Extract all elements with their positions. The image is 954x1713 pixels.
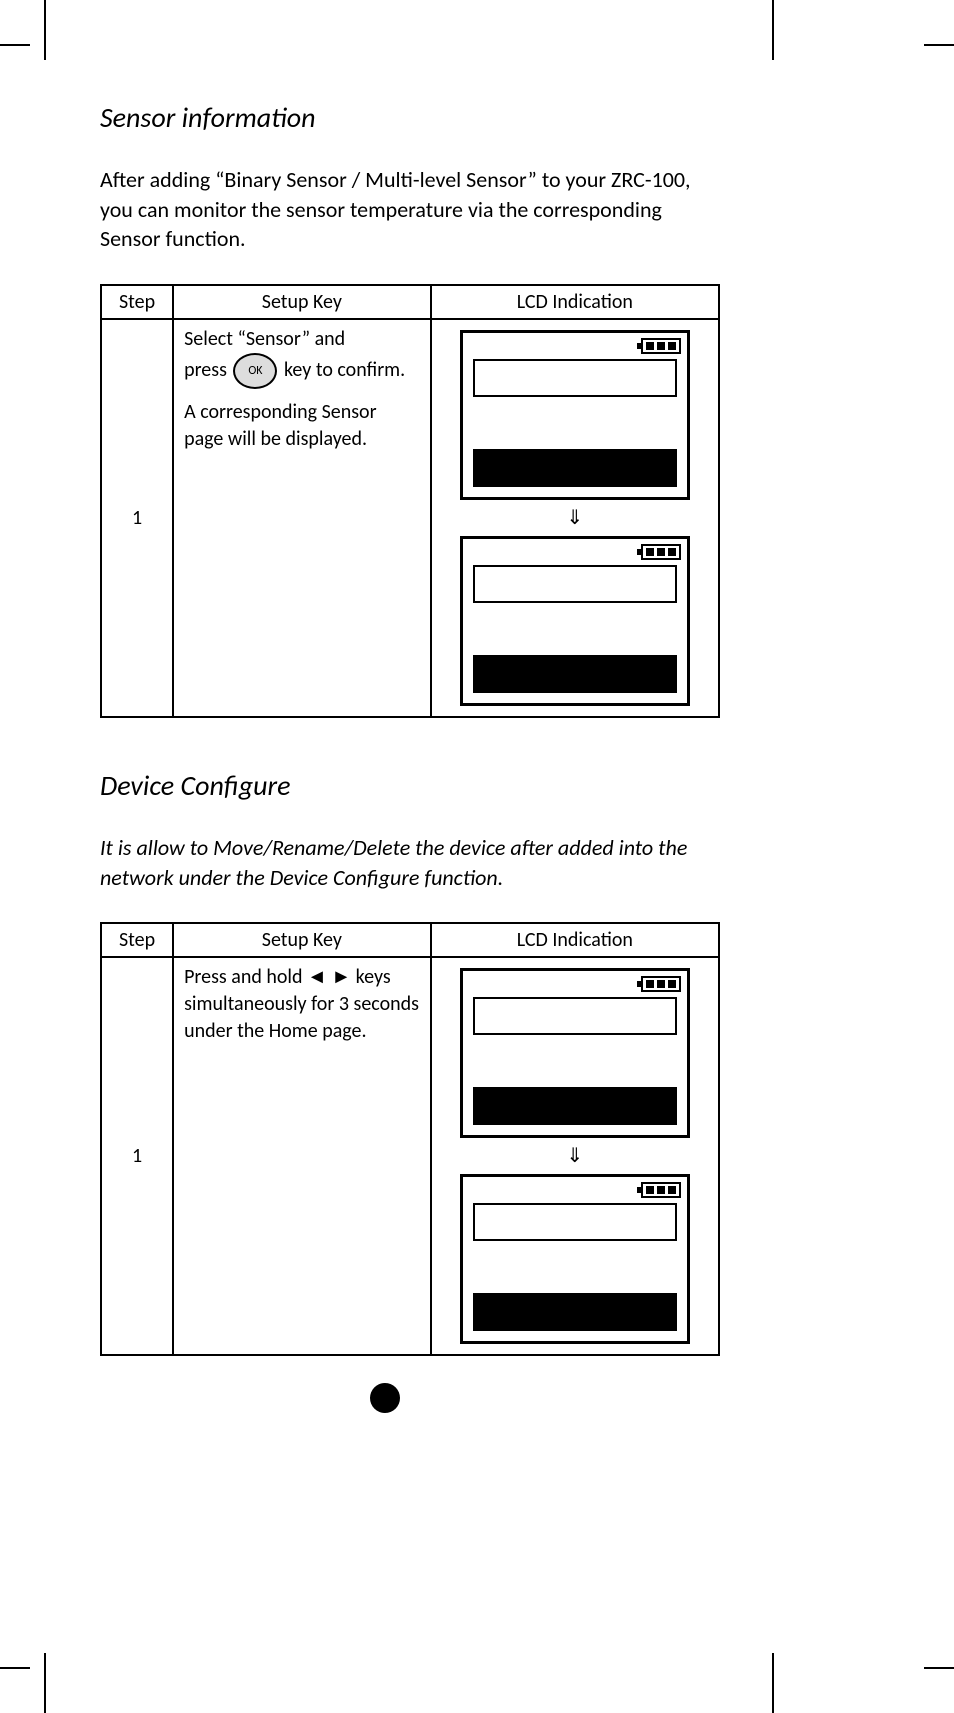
- lcd-row-selected: [473, 655, 677, 693]
- lcd-screen-icon: [460, 536, 690, 706]
- crop-mark: [924, 44, 954, 46]
- key-line: press OK key to confirm.: [184, 353, 420, 389]
- section-intro-sensor: After adding “Binary Sensor / Multi-leve…: [100, 165, 720, 254]
- manual-page: Sensor information After adding “Binary …: [0, 0, 954, 1713]
- page-content: Sensor information After adding “Binary …: [100, 100, 720, 1356]
- lcd-screen-icon: [460, 330, 690, 500]
- lcd-row-empty: [473, 1203, 677, 1241]
- header-setup-key: Setup Key: [173, 285, 431, 319]
- header-step: Step: [101, 285, 173, 319]
- ok-button-icon: OK: [233, 353, 277, 389]
- key-line: Press and hold ◄ ► keys simultaneously f…: [184, 964, 420, 1045]
- battery-icon: [641, 544, 681, 560]
- section-title-sensor: Sensor information: [100, 100, 720, 135]
- steps-table-sensor: Step Setup Key LCD Indication 1 Select “…: [100, 284, 720, 718]
- lcd-row-selected: [473, 1293, 677, 1331]
- battery-icon: [641, 1182, 681, 1198]
- lcd-row-selected: [473, 449, 677, 487]
- lcd-row-empty: [473, 997, 677, 1035]
- section-title-device: Device Configure: [100, 768, 720, 803]
- down-arrow-icon: ⇓: [566, 508, 583, 528]
- crop-mark: [44, 1653, 46, 1713]
- crop-mark: [44, 0, 46, 60]
- header-setup-key: Setup Key: [173, 923, 431, 957]
- step-number: 1: [101, 957, 173, 1355]
- section-intro-device: It is allow to Move/Rename/Delete the de…: [100, 833, 720, 892]
- lcd-screen-icon: [460, 968, 690, 1138]
- battery-icon: [641, 976, 681, 992]
- lcd-cell: ⇓: [431, 319, 719, 717]
- header-lcd: LCD Indication: [431, 923, 719, 957]
- crop-mark: [772, 1653, 774, 1713]
- lcd-row-selected: [473, 1087, 677, 1125]
- crop-mark: [924, 1667, 954, 1669]
- lcd-row-empty: [473, 565, 677, 603]
- crop-mark: [0, 44, 30, 46]
- step-number: 1: [101, 319, 173, 717]
- key-word: press: [184, 358, 227, 382]
- header-lcd: LCD Indication: [431, 285, 719, 319]
- battery-icon: [641, 338, 681, 354]
- lcd-screen-icon: [460, 1174, 690, 1344]
- key-line: A corresponding Sensor page will be disp…: [184, 399, 420, 453]
- crop-mark: [0, 1667, 30, 1669]
- steps-table-device: Step Setup Key LCD Indication 1 Press an…: [100, 922, 720, 1356]
- header-step: Step: [101, 923, 173, 957]
- crop-mark: [772, 0, 774, 60]
- key-line: Select “Sensor” and: [184, 326, 420, 353]
- setup-key-cell: Select “Sensor” and press OK key to conf…: [173, 319, 431, 717]
- lcd-cell: ⇓: [431, 957, 719, 1355]
- setup-key-cell: Press and hold ◄ ► keys simultaneously f…: [173, 957, 431, 1355]
- down-arrow-icon: ⇓: [566, 1146, 583, 1166]
- lcd-row-empty: [473, 359, 677, 397]
- page-number-dot-icon: [370, 1383, 400, 1413]
- key-word: key to confirm.: [284, 358, 405, 382]
